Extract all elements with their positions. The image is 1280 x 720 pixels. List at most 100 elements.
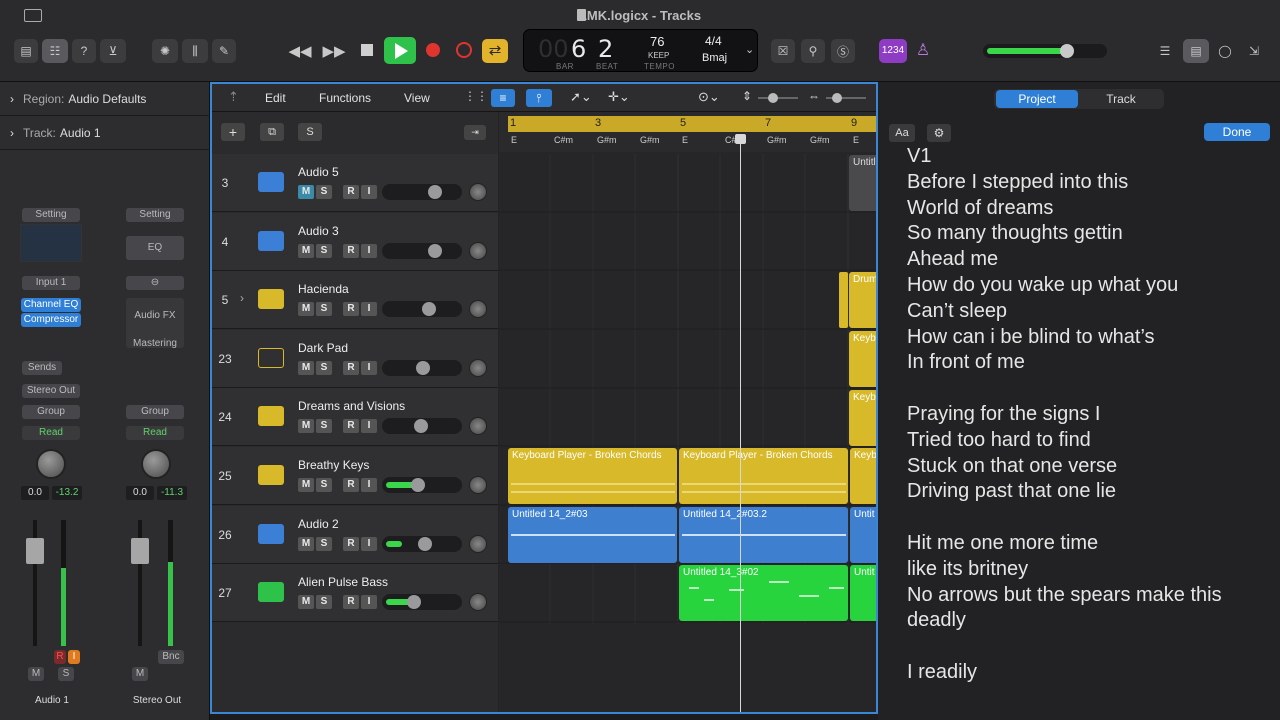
volume-slider-knob[interactable]	[416, 360, 430, 375]
input-monitor-button[interactable]: I	[361, 478, 377, 492]
browser-icon[interactable]: ⇲	[1241, 39, 1267, 63]
strip1-record-button[interactable]: R	[54, 650, 66, 664]
record-enable-button[interactable]: R	[343, 536, 359, 551]
pan-knob[interactable]	[469, 183, 487, 201]
mixer-icon[interactable]: ⫼	[182, 39, 208, 63]
sidebar-toggle-icon[interactable]	[24, 9, 42, 22]
track-row[interactable]: 26 Audio 2 MSRI	[212, 505, 498, 564]
track-name[interactable]: Dreams and Visions	[298, 399, 405, 413]
solo-button[interactable]: S	[316, 478, 332, 492]
record-enable-button[interactable]: R	[343, 419, 359, 434]
functions-menu[interactable]: Functions	[319, 91, 371, 105]
record-enable-button[interactable]: R	[343, 595, 359, 610]
strip2-eq-button[interactable]: EQ	[126, 236, 184, 260]
pan-knob[interactable]	[469, 593, 487, 612]
pan-knob[interactable]	[469, 534, 487, 553]
horizontal-zoom-slider[interactable]	[826, 93, 866, 103]
pan-knob[interactable]	[469, 476, 487, 494]
record-enable-button[interactable]: R	[343, 360, 359, 375]
master-volume-slider[interactable]	[983, 44, 1107, 58]
notes-icon[interactable]: ▤	[1183, 39, 1209, 63]
pan-knob[interactable]	[469, 358, 487, 377]
volume-slider[interactable]	[382, 359, 462, 376]
solo-button[interactable]: S	[316, 419, 332, 434]
key-signature[interactable]: Bmaj	[702, 52, 727, 64]
track-name[interactable]: Audio 2	[298, 517, 339, 531]
strip1-pan-knob[interactable]	[36, 449, 66, 479]
pointer-tool-icon[interactable]: ➚⌄	[570, 89, 592, 105]
volume-slider[interactable]	[382, 594, 462, 611]
record-icon[interactable]	[426, 43, 440, 57]
strip2-setting-button[interactable]: Setting	[126, 208, 184, 222]
record-enable-button[interactable]: R	[343, 302, 359, 317]
rewind-icon[interactable]: ◀◀	[286, 39, 314, 63]
strip1-group-button[interactable]: Group	[22, 405, 80, 419]
volume-slider[interactable]	[382, 477, 462, 493]
capture-record-icon[interactable]	[456, 42, 472, 58]
plugin-compressor[interactable]: Compressor	[21, 313, 81, 327]
strip1-setting-button[interactable]: Setting	[22, 208, 80, 222]
record-enable-button[interactable]: R	[343, 243, 359, 258]
disclosure-chevron-icon[interactable]: ›	[240, 291, 244, 305]
strip2-pan-knob[interactable]	[141, 449, 171, 479]
help-icon[interactable]: ?	[72, 39, 96, 63]
input-monitor-button[interactable]: I	[361, 185, 377, 199]
strip1-solo-button[interactable]: S	[58, 667, 74, 681]
track-name[interactable]: Audio 5	[298, 165, 339, 179]
mute-button[interactable]: M	[298, 419, 314, 434]
strip2-volume-value[interactable]: 0.0	[126, 486, 154, 500]
volume-slider-knob[interactable]	[428, 243, 442, 258]
loop-browser-icon[interactable]: ◯	[1213, 39, 1237, 63]
plugin-channel-eq[interactable]: Channel EQ	[21, 298, 81, 312]
library-icon[interactable]: ▤	[14, 39, 38, 63]
cycle-button[interactable]: ⇄	[482, 39, 508, 63]
stop-icon[interactable]	[361, 44, 373, 56]
track-row[interactable]: 27 Alien Pulse Bass M S R I	[212, 564, 498, 623]
strip2-group-button[interactable]: Group	[126, 405, 184, 419]
strip1-output-button[interactable]: Stereo Out	[22, 384, 80, 398]
format-icon[interactable]: ⚙	[927, 124, 951, 142]
volume-slider[interactable]	[382, 418, 462, 435]
global-solo-button[interactable]: S	[298, 123, 322, 141]
waveform-zoom-icon[interactable]: ⊙⌄	[698, 89, 720, 105]
up-arrow-icon[interactable]: ⇡	[228, 89, 239, 105]
strip2-mastering-label[interactable]: Mastering	[126, 338, 184, 349]
pan-knob[interactable]	[469, 241, 487, 260]
count-in-button[interactable]: 1234	[879, 39, 907, 63]
solo-button[interactable]: S	[316, 536, 332, 551]
pencil-tool-icon[interactable]: ✛⌄	[608, 89, 630, 105]
lyrics-text[interactable]: V1 Before I stepped into this World of dre…	[907, 144, 1275, 686]
done-button[interactable]: Done	[1204, 123, 1270, 141]
track-name[interactable]: Alien Pulse Bass	[298, 575, 388, 589]
time-signature[interactable]: 4/4	[705, 34, 722, 48]
solo-button[interactable]: S	[316, 595, 332, 610]
inspector-icon[interactable]: ☷	[42, 39, 68, 63]
solo-button[interactable]: S	[316, 185, 332, 199]
pan-knob[interactable]	[469, 300, 487, 319]
forward-icon[interactable]: ▶▶	[320, 39, 348, 63]
volume-slider[interactable]	[382, 535, 462, 552]
strip1-volume-value[interactable]: 0.0	[21, 486, 49, 500]
track-row[interactable]: 24 Dreams and Visions M S R I	[212, 388, 498, 447]
track-row[interactable]: 3 Audio 5 MSRI	[212, 154, 498, 212]
solo-icon[interactable]: Ⓢ	[831, 39, 855, 63]
edit-menu[interactable]: Edit	[265, 91, 286, 105]
playhead-handle[interactable]	[735, 134, 746, 144]
input-monitor-button[interactable]: I	[361, 360, 377, 375]
strip2-bounce-button[interactable]: Bnc	[158, 650, 184, 664]
volume-slider[interactable]	[382, 301, 462, 318]
input-monitor-button[interactable]: I	[361, 536, 377, 551]
vertical-zoom-slider[interactable]	[758, 93, 798, 103]
mute-button[interactable]: M	[298, 595, 314, 610]
mute-button[interactable]: M	[298, 302, 314, 317]
strip1-automation-button[interactable]: Read	[22, 426, 80, 440]
font-button[interactable]: Aa	[889, 124, 915, 142]
playhead[interactable]	[740, 134, 741, 712]
mute-button[interactable]: M	[298, 243, 314, 258]
tab-track[interactable]: Track	[1080, 90, 1162, 108]
strip2-link-icon[interactable]: ⊖	[126, 276, 184, 290]
metronome-icon[interactable]: ♙	[912, 39, 934, 63]
volume-slider-knob[interactable]	[411, 478, 425, 492]
duplicate-track-icon[interactable]: ⧉	[260, 123, 284, 141]
editors-icon[interactable]: ✎	[212, 39, 236, 63]
